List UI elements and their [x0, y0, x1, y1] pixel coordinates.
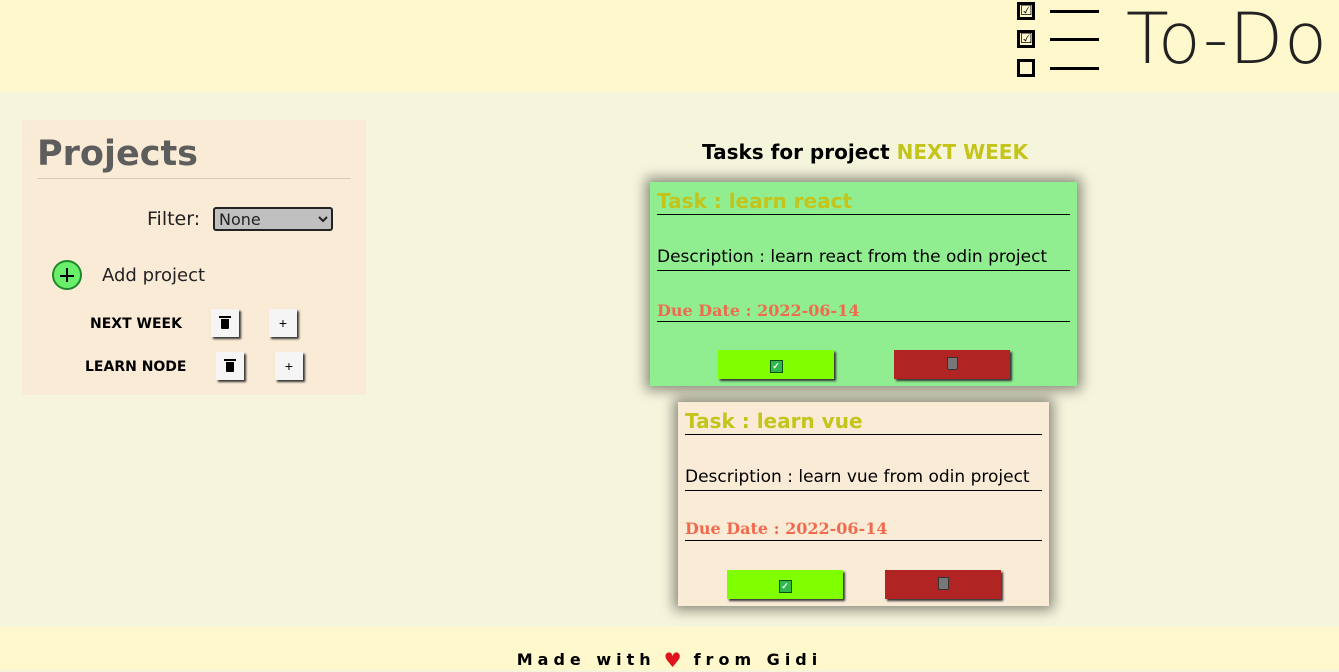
delete-project-button[interactable] — [211, 309, 239, 337]
divider — [685, 490, 1042, 491]
empty-box-icon — [1017, 59, 1035, 77]
logo-row: ☑ — [1016, 2, 1102, 24]
footer-text: Made with ♥ from Gidi — [0, 646, 1339, 672]
plus-icon: + — [278, 315, 288, 331]
add-project-button[interactable]: Add project — [52, 260, 252, 294]
task-due-date: Due Date : 2022-06-14 — [685, 519, 888, 538]
task-description: Description : learn vue from odin projec… — [685, 467, 1030, 487]
divider — [685, 540, 1042, 541]
add-task-button[interactable]: + — [275, 352, 303, 380]
project-item[interactable]: LEARN NODE + — [22, 352, 366, 384]
trash-icon — [219, 316, 231, 329]
tasks-heading: Tasks for project NEXT WEEK — [0, 140, 1339, 164]
complete-task-button[interactable]: ✓ — [727, 570, 843, 599]
task-description: Description : learn react from the odin … — [657, 247, 1048, 267]
project-name[interactable]: LEARN NODE — [85, 359, 187, 375]
logo-row — [1016, 59, 1102, 81]
trash-icon — [937, 576, 949, 590]
footer: Made with ♥ from Gidi — [0, 627, 1339, 672]
checked-box-icon: ☑ — [1017, 30, 1035, 48]
delete-project-button[interactable] — [216, 352, 244, 380]
divider — [685, 434, 1042, 435]
filter-select[interactable]: None — [213, 207, 333, 231]
tasks-heading-prefix: Tasks for project — [702, 140, 890, 164]
complete-task-button[interactable]: ✓ — [718, 350, 834, 379]
add-task-button[interactable]: + — [269, 309, 297, 337]
logo-line — [1050, 10, 1099, 13]
delete-task-button[interactable] — [885, 570, 1001, 599]
divider — [37, 178, 351, 179]
plus-icon: + — [284, 358, 294, 374]
checklist-icon: ☑ ☑ — [1016, 0, 1102, 82]
check-icon: ✓ — [778, 579, 792, 593]
app-header: ☑ ☑ To-Do — [0, 0, 1339, 92]
filter-label: Filter: — [147, 208, 201, 230]
footer-prefix: Made with — [516, 650, 656, 669]
check-icon: ✓ — [769, 359, 783, 373]
heart-icon: ♥ — [663, 648, 682, 672]
app-title: To-Do — [1126, 0, 1328, 80]
task-due-date: Due Date : 2022-06-14 — [657, 301, 860, 320]
logo-row: ☑ — [1016, 30, 1102, 52]
logo-line — [1050, 38, 1099, 41]
task-card: Task : learn vue Description : learn vue… — [678, 402, 1049, 606]
logo-line — [1050, 67, 1099, 70]
plus-circle-icon[interactable] — [52, 260, 82, 290]
trash-icon — [224, 359, 236, 372]
divider — [657, 270, 1070, 271]
add-project-label[interactable]: Add project — [102, 265, 205, 286]
task-title: Task : learn react — [657, 189, 853, 213]
divider — [657, 214, 1070, 215]
delete-task-button[interactable] — [894, 350, 1010, 379]
task-card: Task : learn react Description : learn r… — [650, 182, 1077, 386]
footer-suffix: from Gidi — [693, 650, 823, 669]
tasks-heading-project: NEXT WEEK — [896, 140, 1028, 164]
divider — [657, 321, 1070, 322]
checked-box-icon: ☑ — [1017, 2, 1035, 20]
trash-icon — [946, 356, 958, 370]
task-title: Task : learn vue — [685, 409, 863, 433]
project-name[interactable]: NEXT WEEK — [90, 316, 182, 332]
project-item[interactable]: NEXT WEEK + — [22, 309, 366, 341]
